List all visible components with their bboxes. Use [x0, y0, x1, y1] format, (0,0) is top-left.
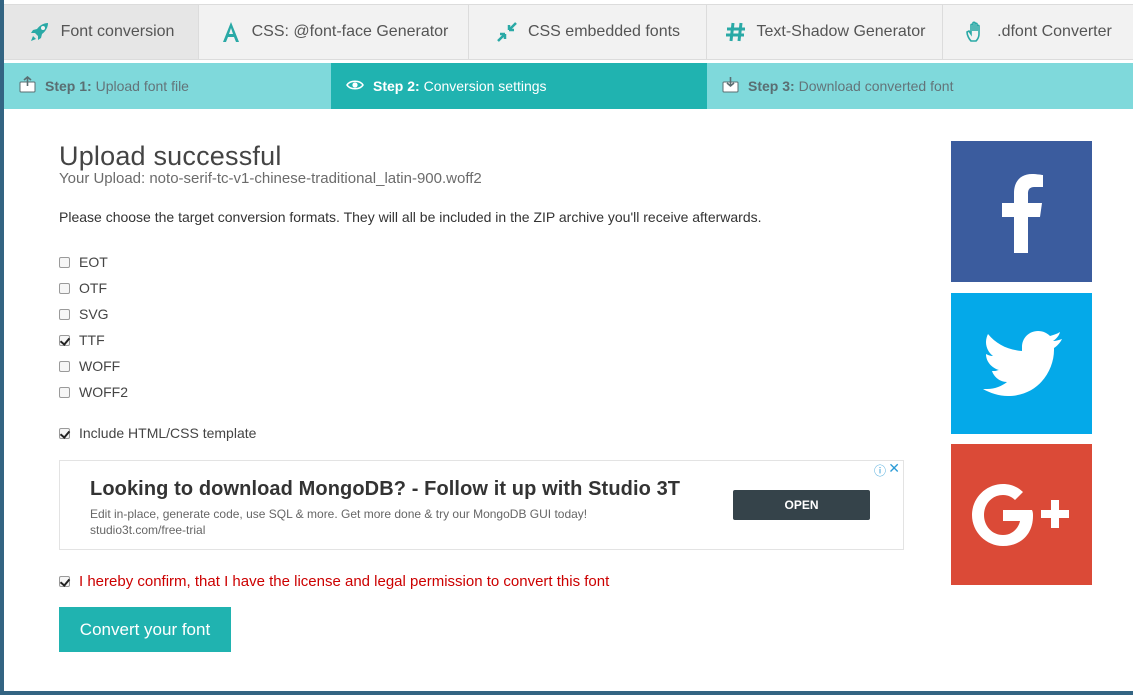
tab-font-face-generator[interactable]: CSS: @font-face Generator	[199, 5, 469, 60]
tab-css-embedded-fonts[interactable]: CSS embedded fonts	[469, 5, 707, 60]
step-bar: Step 1: Upload font file Step 2: Convers…	[4, 63, 1133, 109]
convert-button[interactable]: Convert your font	[59, 607, 231, 652]
format-option-ttf[interactable]: TTF	[59, 327, 909, 353]
checkbox[interactable]	[59, 386, 70, 398]
advertisement[interactable]: Looking to download MongoDB? - Follow it…	[59, 460, 904, 550]
checkbox[interactable]	[59, 575, 70, 587]
tab-label: Font conversion	[60, 23, 175, 40]
instructions-text: Please choose the target conversion form…	[59, 209, 762, 225]
checkbox[interactable]	[59, 334, 70, 346]
ad-info-icon[interactable]: ⓘ	[874, 462, 886, 479]
hash-icon	[724, 20, 748, 44]
google-plus-share-button[interactable]	[951, 444, 1092, 585]
format-list: EOT OTF SVG TTF WOFF WOFF2	[59, 249, 909, 405]
eye-icon	[346, 78, 364, 95]
format-label: EOT	[79, 254, 108, 270]
letter-a-icon	[219, 20, 243, 44]
include-template-option[interactable]: Include HTML/CSS template	[59, 420, 909, 446]
upload-filename: Your Upload: noto-serif-tc-v1-chinese-tr…	[59, 170, 482, 187]
tab-label: CSS embedded fonts	[527, 23, 681, 40]
page-title: Upload successful	[59, 141, 282, 171]
checkbox[interactable]	[59, 256, 70, 268]
checkbox[interactable]	[59, 308, 70, 320]
step-label: Conversion settings	[423, 78, 547, 94]
ad-close-icon[interactable]: ✕	[888, 460, 900, 477]
format-option-eot[interactable]: EOT	[59, 249, 909, 275]
step-2[interactable]: Step 2: Conversion settings	[331, 63, 707, 109]
compress-arrows-icon	[495, 20, 519, 44]
tab-label: .dfont Converter	[997, 23, 1112, 40]
twitter-icon	[951, 293, 1092, 434]
page-frame: Font conversion CSS: @font-face Generato…	[4, 0, 1133, 691]
checkbox[interactable]	[59, 282, 70, 294]
format-option-svg[interactable]: SVG	[59, 301, 909, 327]
license-confirm-option[interactable]: I hereby confirm, that I have the licens…	[59, 568, 609, 594]
hand-icon	[964, 20, 988, 44]
rocket-icon	[28, 20, 52, 44]
step-1[interactable]: Step 1: Upload font file	[4, 63, 331, 109]
step-number: Step 3:	[748, 78, 795, 94]
tab-label: CSS: @font-face Generator	[251, 23, 449, 40]
upload-icon	[19, 75, 36, 96]
download-icon	[722, 76, 739, 96]
step-number: Step 1:	[45, 78, 92, 94]
tab-label: Text-Shadow Generator	[756, 23, 926, 40]
ad-title[interactable]: Looking to download MongoDB? - Follow it…	[90, 478, 680, 501]
checkbox[interactable]	[59, 360, 70, 372]
format-option-woff2[interactable]: WOFF2	[59, 379, 909, 405]
format-label: WOFF	[79, 358, 121, 374]
ad-description: Edit in-place, generate code, use SQL & …	[90, 507, 588, 521]
ad-open-button[interactable]: OPEN	[733, 490, 870, 520]
format-option-otf[interactable]: OTF	[59, 275, 909, 301]
twitter-share-button[interactable]	[951, 293, 1092, 434]
checkbox[interactable]	[59, 427, 70, 439]
format-option-woff[interactable]: WOFF	[59, 353, 909, 379]
facebook-icon	[951, 141, 1092, 282]
ad-url[interactable]: studio3t.com/free-trial	[90, 523, 205, 537]
tab-font-conversion[interactable]: Font conversion	[4, 5, 199, 60]
tab-text-shadow-generator[interactable]: Text-Shadow Generator	[707, 5, 943, 60]
step-number: Step 2:	[373, 78, 420, 94]
step-3[interactable]: Step 3: Download converted font	[707, 63, 1133, 109]
facebook-share-button[interactable]	[951, 141, 1092, 282]
format-label: SVG	[79, 306, 109, 322]
step-label: Download converted font	[798, 78, 954, 94]
step-label: Upload font file	[95, 78, 189, 94]
format-label: TTF	[79, 332, 105, 348]
google-plus-icon	[951, 444, 1092, 585]
format-label: OTF	[79, 280, 107, 296]
tool-tabs: Font conversion CSS: @font-face Generato…	[4, 4, 1133, 60]
tab-dfont-converter[interactable]: .dfont Converter	[943, 5, 1133, 60]
format-label: WOFF2	[79, 384, 128, 400]
template-label: Include HTML/CSS template	[79, 425, 257, 441]
conversion-settings: Upload successful Your Upload: noto-seri…	[59, 140, 909, 446]
confirm-label: I hereby confirm, that I have the licens…	[79, 572, 610, 590]
